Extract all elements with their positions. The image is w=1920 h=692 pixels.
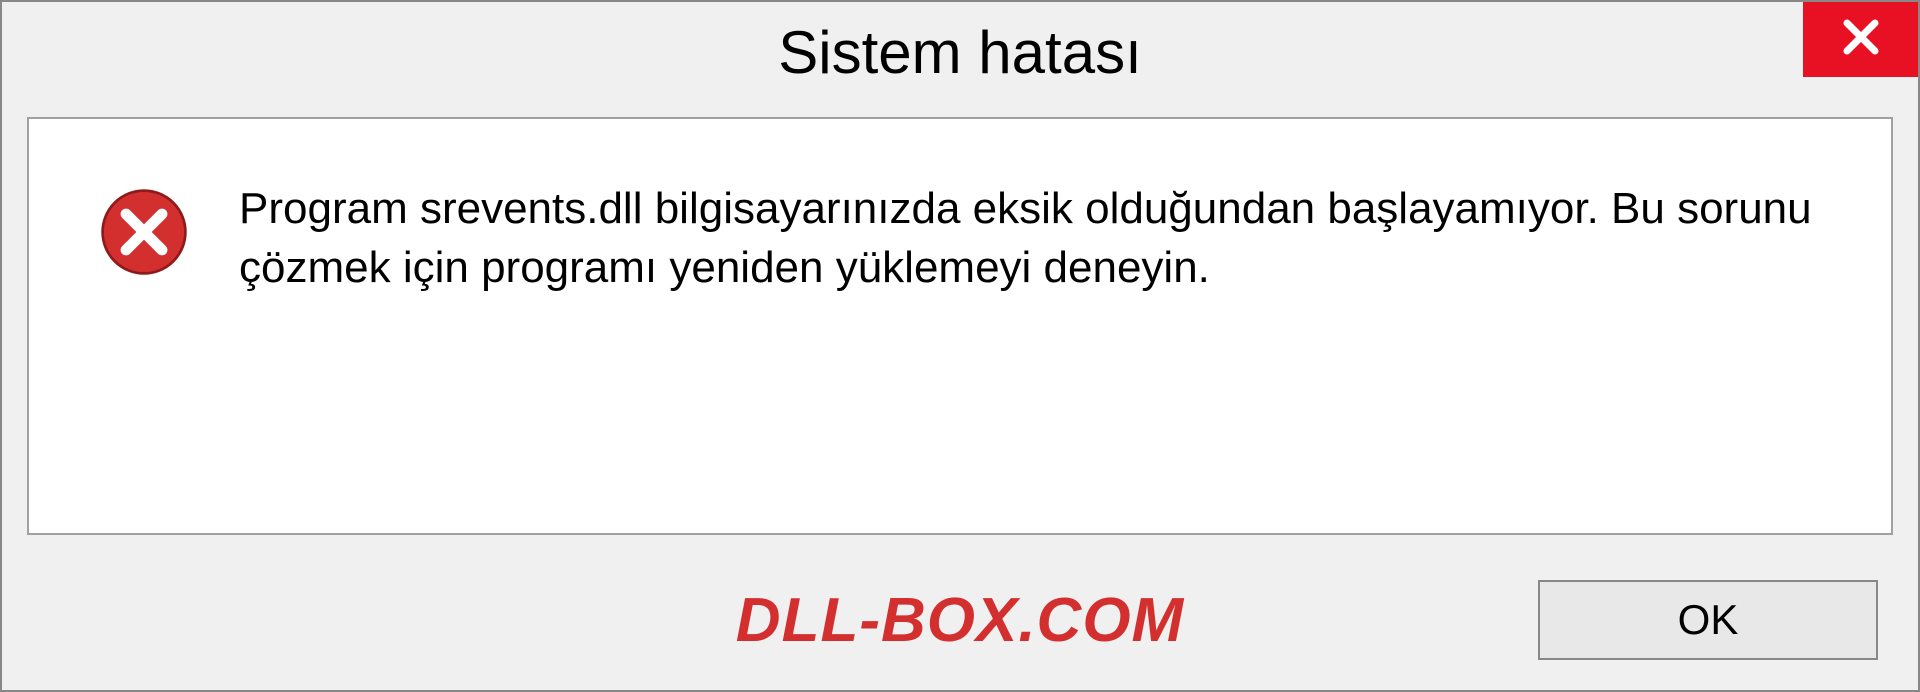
dialog-title: Sistem hatası — [778, 18, 1142, 87]
titlebar: Sistem hatası — [2, 2, 1918, 102]
watermark-text: DLL-BOX.COM — [736, 585, 1184, 656]
dialog-footer: DLL-BOX.COM OK — [2, 560, 1918, 690]
error-message: Program srevents.dll bilgisayarınızda ek… — [239, 179, 1821, 298]
close-button[interactable] — [1803, 2, 1918, 77]
content-panel: Program srevents.dll bilgisayarınızda ek… — [27, 117, 1893, 535]
error-icon — [99, 187, 189, 282]
close-icon — [1837, 13, 1885, 66]
error-dialog: Sistem hatası Program srevents.dll bilgi… — [0, 0, 1920, 692]
ok-button[interactable]: OK — [1538, 580, 1878, 660]
